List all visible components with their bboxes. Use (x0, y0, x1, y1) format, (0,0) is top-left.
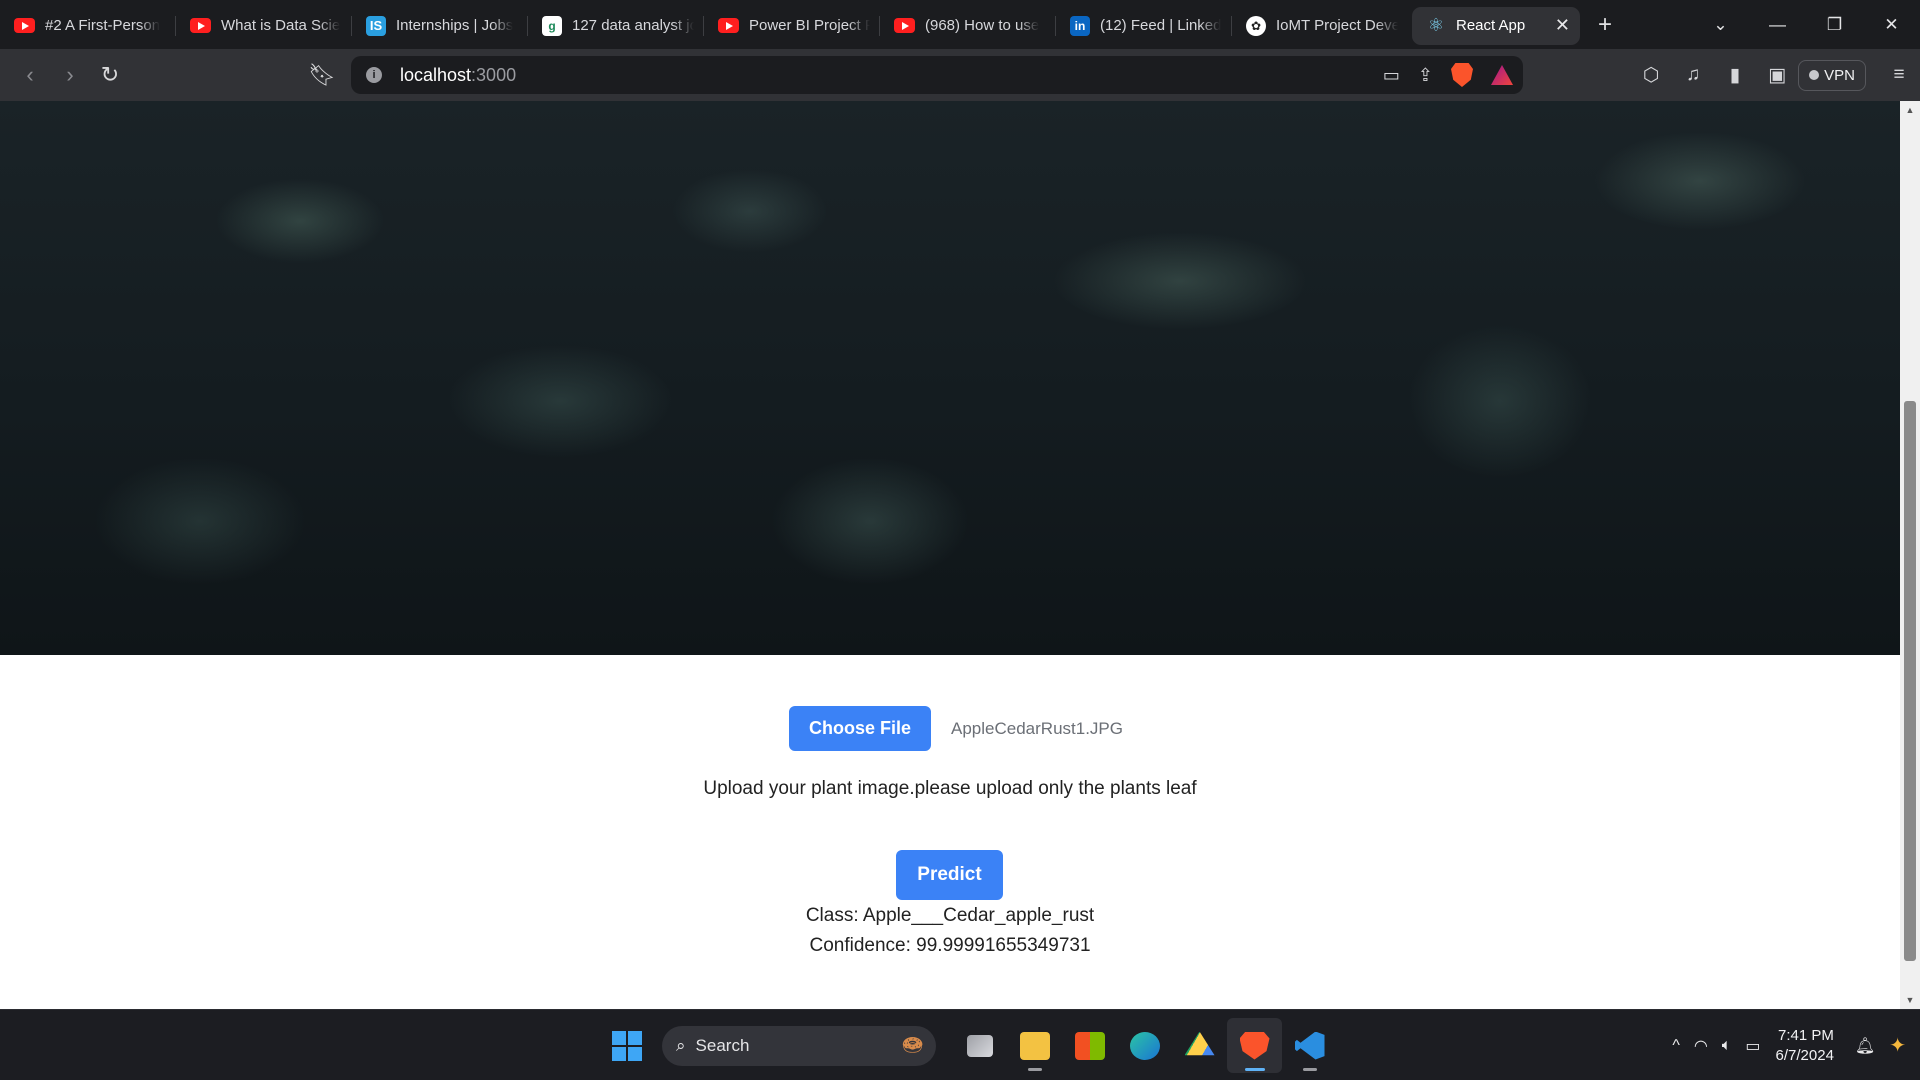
tab-label: Internships | Jobs (396, 17, 514, 34)
youtube-icon (190, 18, 211, 33)
address-bar-actions: ▭ ⇪ 1 (1383, 56, 1513, 94)
search-label: Search (695, 1035, 750, 1055)
search-highlight-icon: 🍩︎ (901, 1035, 924, 1055)
close-tab-icon[interactable]: ✕ (1555, 15, 1570, 36)
tab-3[interactable]: IS Internships | Jobs (352, 7, 528, 45)
rewards-badge: 1 (1508, 65, 1513, 70)
back-icon[interactable]: ‹ (10, 62, 50, 88)
linkedin-icon: in (1070, 15, 1090, 36)
url-host: localhost (400, 64, 472, 85)
restore-icon[interactable]: ❐ (1806, 15, 1863, 35)
google-drive-icon[interactable] (1172, 1018, 1227, 1073)
predict-button[interactable]: Predict (896, 850, 1003, 900)
browser-toolbar: ‹ › ↻ 🔖︎ i localhost:3000 ▭ ⇪ 1 ⬡ ♫ ▮ ▣ … (0, 49, 1920, 101)
brave-rewards-icon[interactable]: 1 (1491, 65, 1513, 85)
reload-icon[interactable]: ↻ (90, 62, 130, 88)
taskbar: ⌕ Search 🍩︎ ^ ◠ 🔈︎ ▭ 7:41 PM 6/7/2024 🔔︎… (0, 1009, 1920, 1080)
prediction-class: Class: Apple___Cedar_apple_rust (805, 905, 1095, 926)
choose-file-button[interactable]: Choose File (789, 706, 932, 751)
share-icon[interactable]: ⇪ (1418, 65, 1433, 86)
clock[interactable]: 7:41 PM 6/7/2024 (1776, 1026, 1834, 1066)
copilot-icon[interactable]: ✦ (1889, 1033, 1906, 1058)
url-port: :3000 (471, 64, 517, 85)
battery-icon[interactable]: ▭ (1745, 1036, 1760, 1056)
tab-strip: #2 A First-Person What is Data Scie IS I… (0, 0, 1920, 49)
vscode-icon[interactable] (1282, 1018, 1337, 1073)
page-scrollbar[interactable]: ▲ ▼ (1900, 101, 1920, 1009)
tab-2[interactable]: What is Data Scie (176, 7, 352, 45)
clock-date: 6/7/2024 (1775, 1046, 1834, 1064)
site-info-icon[interactable]: i (366, 67, 382, 83)
window-controls: ⌄ — ❐ ✕ (1692, 0, 1920, 49)
cast-icon[interactable]: ▭ (1383, 65, 1400, 86)
address-bar[interactable]: i localhost:3000 ▭ ⇪ 1 (351, 56, 1523, 94)
tab-5[interactable]: Power BI Project F (704, 7, 880, 45)
chevron-up-icon[interactable]: ^ (1672, 1037, 1680, 1055)
clock-time: 7:41 PM (1778, 1026, 1834, 1044)
task-view-icon[interactable] (952, 1018, 1007, 1073)
bookmark-icon[interactable]: 🔖︎ (302, 62, 342, 88)
youtube-icon (718, 18, 739, 33)
system-tray: ^ ◠ 🔈︎ ▭ 7:41 PM 6/7/2024 🔔︎ ✦ (1665, 1010, 1920, 1081)
tab-7[interactable]: in (12) Feed | Linked (1056, 7, 1232, 45)
tab-label: React App (1456, 17, 1526, 34)
extensions-icon[interactable]: ⬡ (1630, 64, 1672, 87)
start-icon[interactable] (612, 1030, 642, 1061)
tab-label: 127 data analyst jo (572, 17, 694, 34)
scrollbar-thumb[interactable] (1904, 401, 1916, 961)
tab-label: What is Data Scie (221, 17, 341, 34)
toolbar-right: ⬡ ♫ ▮ ▣ VPN ≡ (1630, 49, 1920, 101)
internshala-icon: IS (366, 15, 386, 36)
tab-4[interactable]: g 127 data analyst jo (528, 7, 704, 45)
tab-label: #2 A First-Person (45, 17, 161, 34)
scroll-down-icon[interactable]: ▼ (1900, 995, 1920, 1005)
media-icon[interactable]: ♫ (1672, 64, 1714, 86)
youtube-icon (894, 18, 915, 33)
file-explorer-icon[interactable] (1007, 1018, 1062, 1073)
taskbar-search[interactable]: ⌕ Search 🍩︎ (662, 1025, 936, 1066)
brave-browser-icon[interactable] (1227, 1018, 1282, 1073)
tab-react-app[interactable]: ⚛ React App ✕ (1412, 6, 1580, 45)
tab-label: (968) How to use (925, 17, 1040, 34)
react-icon: ⚛ (1427, 15, 1445, 35)
new-tab-icon[interactable]: + (1598, 11, 1612, 39)
tab-label: (12) Feed | Linked (1100, 17, 1222, 34)
vpn-status-icon (1809, 70, 1820, 80)
taskbar-apps: ⌕ Search 🍩︎ (608, 1010, 1337, 1081)
vpn-label: VPN (1824, 66, 1855, 84)
selected-file-name: AppleCedarRust1.JPG (951, 718, 1123, 738)
forward-icon[interactable]: › (50, 62, 90, 88)
microsoft-store-icon[interactable] (1062, 1018, 1117, 1073)
menu-icon[interactable]: ≡ (1878, 64, 1920, 86)
tab-search-chevron-icon[interactable]: ⌄ (1692, 15, 1749, 35)
tab-8[interactable]: ✿ IoMT Project Deve (1232, 7, 1408, 45)
upload-section: Choose File AppleCedarRust1.JPG Upload y… (0, 655, 1900, 1009)
tab-6[interactable]: (968) How to use (880, 7, 1056, 45)
search-icon: ⌕ (676, 1035, 686, 1055)
scroll-up-icon[interactable]: ▲ (1900, 105, 1920, 115)
tab-1[interactable]: #2 A First-Person (0, 7, 176, 45)
tab-label: IoMT Project Deve (1276, 17, 1398, 34)
upload-hint: Upload your plant image.please upload on… (703, 778, 1197, 799)
wallet-icon[interactable]: ▣ (1756, 64, 1798, 87)
wifi-icon[interactable]: ◠ (1694, 1036, 1708, 1056)
volume-icon[interactable]: 🔈︎ (1722, 1037, 1732, 1055)
glassdoor-icon: g (542, 15, 562, 36)
close-window-icon[interactable]: ✕ (1863, 15, 1920, 35)
file-input: Choose File AppleCedarRust1.JPG (789, 706, 1123, 751)
youtube-icon (14, 18, 35, 33)
notification-bell-icon[interactable]: 🔔︎ (1855, 1036, 1875, 1056)
vpn-button[interactable]: VPN (1798, 59, 1866, 91)
page-viewport: Choose File AppleCedarRust1.JPG Upload y… (0, 101, 1900, 1009)
minimize-icon[interactable]: — (1749, 15, 1806, 35)
prediction-confidence: Confidence: 99.99991655349731 (809, 935, 1091, 956)
chatgpt-icon: ✿ (1246, 15, 1266, 36)
brave-shields-icon[interactable] (1451, 63, 1473, 87)
edge-icon[interactable] (1117, 1018, 1172, 1073)
hero-background-image (0, 101, 1900, 655)
sidebar-icon[interactable]: ▮ (1714, 64, 1756, 87)
tab-label: Power BI Project F (749, 17, 870, 34)
